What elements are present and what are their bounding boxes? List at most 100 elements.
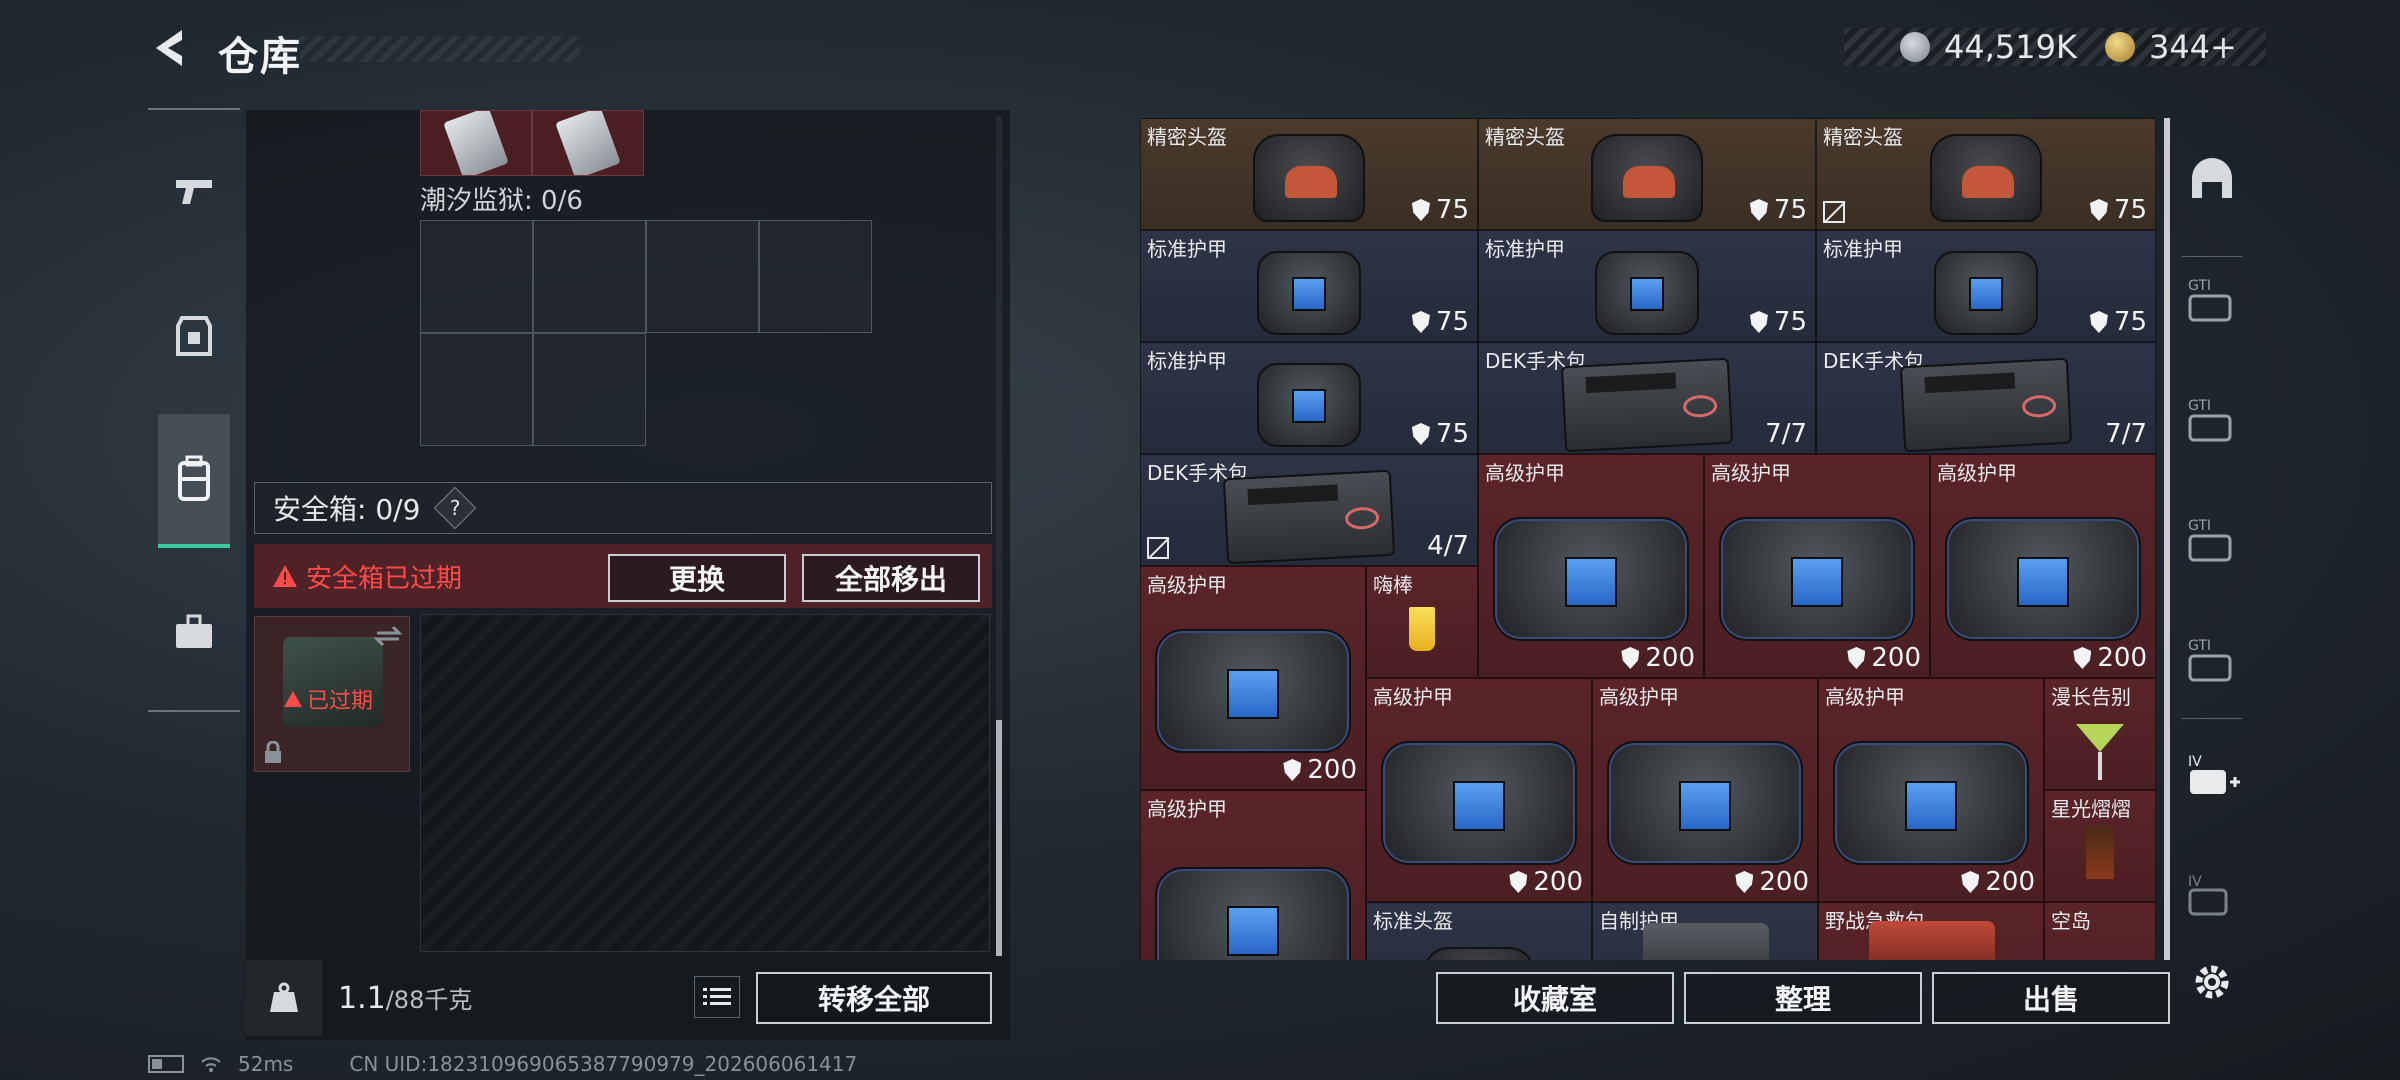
filter-armor-t2[interactable]: GTI [2182,388,2242,452]
nav-armor[interactable] [158,300,230,372]
organize-button[interactable]: 整理 [1684,972,1922,1024]
chamber-grid [420,220,872,446]
item-name: 高级护甲 [1711,461,1791,485]
armor-icon [1493,517,1689,642]
inventory-item[interactable]: 高级护甲 200 [1366,678,1592,902]
help-button[interactable]: ? [434,486,477,530]
safe-box-grid[interactable] [420,614,990,952]
shield-icon [1847,647,1866,669]
uid: CN UID:182310969065387790979_20260606141… [349,1052,858,1076]
nav-weapon[interactable] [158,154,230,226]
filter-armor-t4[interactable]: GTI [2182,628,2242,692]
shield-icon [1411,423,1430,445]
item-name: 高级护甲 [1937,461,2017,485]
inventory-item[interactable]: 野战急救包 [1818,902,2044,960]
grid-slot[interactable] [759,220,872,333]
inventory-item[interactable]: 标准护甲 75 [1140,230,1478,342]
nav-case[interactable] [158,596,230,668]
grid-slot[interactable] [533,333,646,446]
item-armor-value: 200 [1961,867,2035,897]
filter-armor-t3[interactable]: GTI [2182,508,2242,572]
inventory-item[interactable]: 标准护甲 75 [1816,230,2156,342]
grid-slot[interactable] [533,220,646,333]
gold-amount[interactable]: 344+ [2149,28,2237,66]
backpack-scrollbar[interactable] [996,720,1002,956]
backpack-icon [178,455,210,501]
inventory-item[interactable]: DEK手术包 7/7 [1478,342,1816,454]
inventory-item[interactable]: 精密头盔 75 [1478,118,1816,230]
inventory-item[interactable]: 空岛 [2044,902,2156,960]
item-name: 漫长告别 [2051,685,2131,709]
inventory-item[interactable]: 高级护甲 200 [1592,678,1818,902]
item-name: 星光熠熠 [2051,797,2131,821]
inventory-item[interactable]: 星光熠熠 [2044,790,2156,902]
svg-text:GTI: GTI [2188,518,2211,534]
inventory-item[interactable]: 标准护甲 75 [1140,342,1478,454]
inventory-item[interactable]: 高级护甲 200 [1704,454,1930,678]
inventory-item[interactable]: 高级护甲 [1140,790,1366,960]
item-name: 高级护甲 [1825,685,1905,709]
shield-icon [1509,871,1528,893]
cocktail-icon [2076,724,2124,781]
helmet-filter-icon [2192,158,2232,198]
safe-box-expired-badge: 已过期 [283,683,373,715]
shield-icon [1749,199,1768,221]
filter-helmet[interactable] [2182,146,2242,210]
helmet-icon [1930,134,2042,223]
armor-icon [1381,741,1577,866]
item-name: 嗨棒 [1373,573,1413,597]
inventory-scrollbar[interactable] [2164,118,2170,960]
armor-icon [1934,250,2038,335]
item-slot-tablet[interactable] [532,110,644,176]
armor-icon [1607,741,1803,866]
tablet-icon [555,111,621,175]
inventory-item[interactable]: 精密头盔 75 [1140,118,1478,230]
item-armor-value: 75 [1411,195,1469,225]
divider [2182,718,2242,719]
filter-medical-2[interactable]: IV [2182,864,2242,928]
item-slot-tablet[interactable] [420,110,532,176]
item-armor-value: 75 [1411,307,1469,337]
inventory-item[interactable]: 标准头盔 [1366,902,1592,960]
sell-button[interactable]: 出售 [1932,972,2170,1024]
inventory-item[interactable]: DEK手术包 4/7 [1140,454,1478,566]
list-view-button[interactable] [694,976,740,1018]
shield-icon [1961,871,1980,893]
armor-icon [1155,866,1351,960]
inventory-item[interactable]: 高级护甲 200 [1930,454,2156,678]
collection-room-button[interactable]: 收藏室 [1436,972,1674,1024]
safe-box-slot[interactable]: 已过期 [254,616,410,772]
warning-icon [273,565,297,587]
inventory-item[interactable]: 高级护甲 200 [1818,678,2044,902]
equipment-filter-nav: GTI GTI GTI GTI IV IV [2174,108,2248,1008]
grid-slot[interactable] [420,220,533,333]
inventory-item[interactable]: 高级护甲 200 [1478,454,1704,678]
weight-readout: 1.1/88千克 [338,980,472,1016]
armor-icon [1257,250,1361,335]
armor-icon [1945,517,2141,642]
medkit-icon [1899,357,2073,452]
inventory-item[interactable]: 漫长告别 [2044,678,2156,790]
inventory-item[interactable]: 嗨棒 [1366,566,1478,678]
weight-current: 1.1 [338,981,386,1016]
inventory-item[interactable]: 精密头盔 75 [1816,118,2156,230]
inventory-item[interactable]: 自制护甲 [1592,902,1818,960]
shield-icon [2089,311,2108,333]
replace-button[interactable]: 更换 [608,554,786,602]
shield-icon [1411,311,1430,333]
transfer-all-button[interactable]: 转移全部 [756,972,992,1024]
chamber-label: 潮汐监狱: 0/6 [420,186,583,216]
inventory-item[interactable]: 高级护甲 200 [1140,566,1366,790]
grid-slot[interactable] [420,333,533,446]
filter-medical[interactable]: IV [2182,744,2242,808]
back-button[interactable] [148,26,192,70]
inventory-item[interactable]: DEK手术包 7/7 [1816,342,2156,454]
nav-backpack[interactable] [158,414,230,548]
item-armor-value: 75 [2089,195,2147,225]
grid-slot[interactable] [646,220,759,333]
move-all-out-button[interactable]: 全部移出 [802,554,980,602]
inventory-item[interactable]: 标准护甲 75 [1478,230,1816,342]
filter-armor-t1[interactable]: GTI [2182,268,2242,332]
settings-button[interactable] [2182,950,2242,1014]
armor-tier-icon: GTI [2188,398,2232,442]
